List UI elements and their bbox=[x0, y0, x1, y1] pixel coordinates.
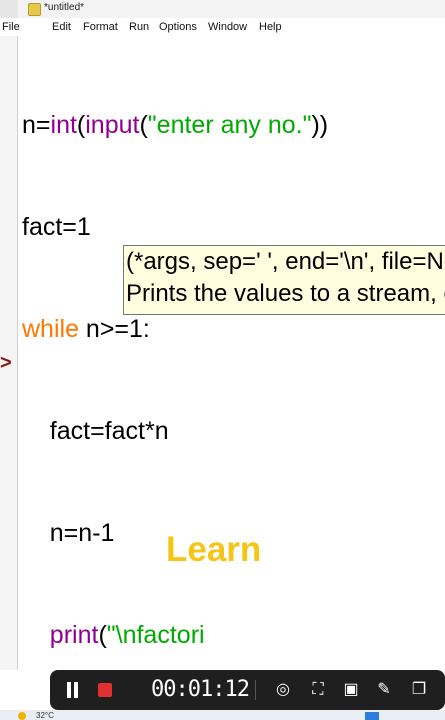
taskbar: 32°C bbox=[0, 710, 445, 720]
menu-edit[interactable]: Edit bbox=[52, 21, 71, 33]
menu-file[interactable]: File bbox=[2, 21, 20, 33]
builtin-token: int bbox=[50, 111, 77, 139]
shell-prompt: > bbox=[0, 352, 12, 374]
window-icon[interactable]: ❐ bbox=[410, 681, 428, 699]
weather-temperature: 32°C bbox=[36, 711, 54, 720]
camera-icon[interactable]: ▣ bbox=[342, 681, 360, 699]
code-editor[interactable]: n=int(input("enter any no.")) fact=1 whi… bbox=[22, 40, 328, 686]
stop-icon[interactable] bbox=[98, 683, 112, 697]
calltip-tooltip: (*args, sep=' ', end='\n', file=None, fl… bbox=[123, 245, 445, 315]
window-title: *untitled* bbox=[44, 2, 85, 13]
code-token: ( bbox=[76, 111, 86, 139]
menu-options[interactable]: Options bbox=[159, 21, 197, 33]
calltip-signature: (*args, sep=' ', end='\n', file=None, fl… bbox=[126, 248, 445, 275]
windows-start-icon[interactable] bbox=[365, 712, 379, 720]
shell-gutter: > bbox=[0, 36, 18, 670]
code-token: ( bbox=[98, 621, 107, 649]
recording-timer: 00:01:12 bbox=[151, 677, 250, 702]
overlay-caption: Learn bbox=[166, 530, 262, 569]
keyword-token: while bbox=[22, 315, 79, 343]
code-token: n= bbox=[22, 111, 51, 139]
title-bar: *untitled* bbox=[0, 0, 445, 18]
code-token: n>=1: bbox=[78, 315, 150, 343]
code-line-3: while n>=1: bbox=[22, 312, 328, 346]
string-token: "enter any no." bbox=[147, 111, 312, 139]
builtin-token: input bbox=[85, 111, 140, 139]
menu-format[interactable]: Format bbox=[83, 21, 118, 33]
pause-icon[interactable] bbox=[66, 682, 80, 698]
menu-window[interactable]: Window bbox=[208, 21, 247, 33]
crop-icon[interactable]: ⛶ bbox=[309, 681, 327, 699]
code-token: )) bbox=[311, 111, 329, 139]
code-line-2: fact=1 bbox=[22, 213, 91, 241]
pen-icon[interactable]: ✎ bbox=[375, 681, 393, 699]
code-line-6: print("\nfactori bbox=[22, 618, 328, 652]
menu-run[interactable]: Run bbox=[129, 21, 149, 33]
menu-help[interactable]: Help bbox=[259, 21, 282, 33]
weather-icon bbox=[18, 712, 26, 720]
window-edge bbox=[0, 0, 18, 18]
target-icon[interactable]: ◎ bbox=[274, 681, 292, 699]
menu-bar: File Edit Format Run Options Window Help bbox=[0, 18, 445, 36]
string-token: "\nfactori bbox=[106, 621, 205, 649]
code-line-1: n=int(input("enter any no.")) bbox=[22, 108, 328, 142]
code-line-4: fact=fact*n bbox=[22, 417, 169, 445]
code-token: ( bbox=[139, 111, 148, 139]
builtin-token: print bbox=[49, 621, 99, 649]
toolbar-divider bbox=[255, 680, 256, 700]
calltip-doc: Prints the values to a stream, or to sys… bbox=[126, 280, 445, 307]
screen-recorder-toolbar: 00:01:12 ◎ ⛶ ▣ ✎ ❐ bbox=[50, 670, 445, 710]
idle-app-icon bbox=[28, 3, 41, 16]
